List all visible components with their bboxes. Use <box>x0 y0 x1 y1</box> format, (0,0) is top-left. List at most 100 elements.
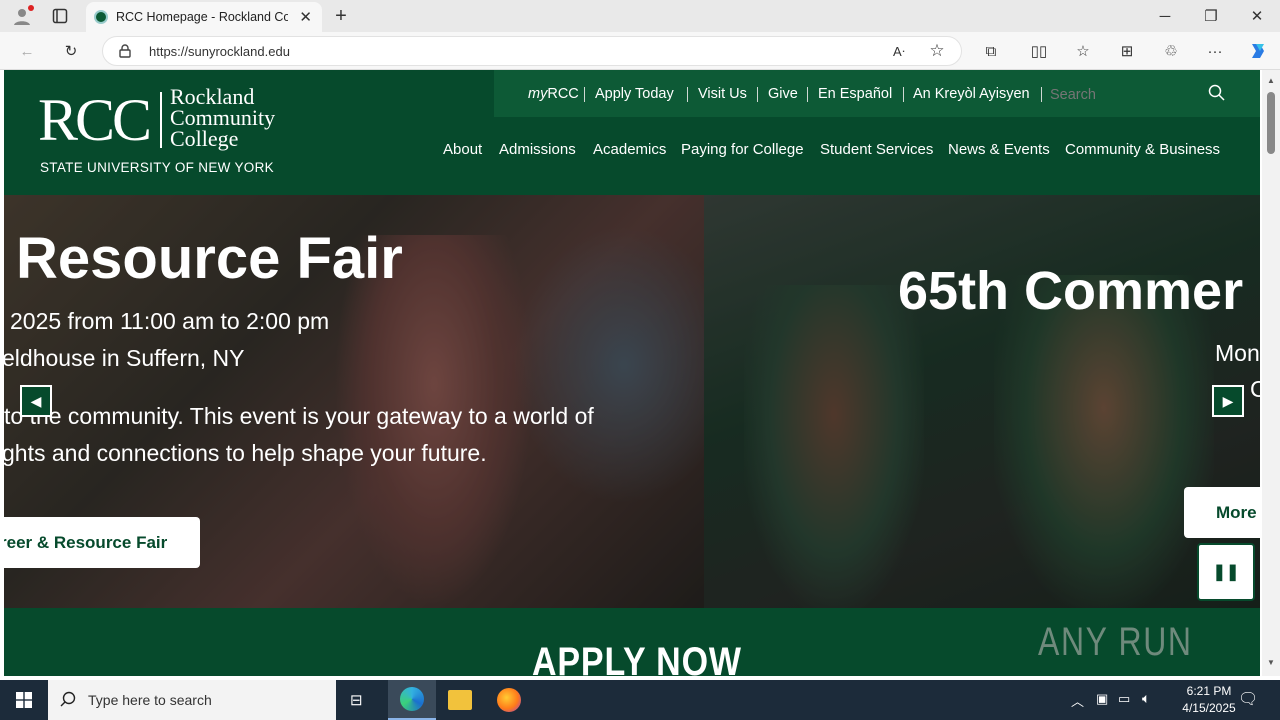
new-tab-icon[interactable]: + <box>330 5 352 27</box>
more-button[interactable]: More <box>1184 487 1260 538</box>
nav-paying-for-college[interactable]: Paying for College <box>681 141 804 158</box>
page-scrollbar[interactable]: ▲ ▼ <box>1262 70 1280 676</box>
myrcc-link[interactable]: myRCC <box>528 86 579 102</box>
device-icon[interactable]: ▣ <box>1096 691 1108 707</box>
pause-icon: ❚❚ <box>1212 564 1240 581</box>
apply-now-heading: APPLY NOW <box>532 640 742 676</box>
profile-icon[interactable] <box>10 5 34 27</box>
myrcc-suffix: RCC <box>547 86 579 102</box>
minimize-icon[interactable]: ─ <box>1150 4 1180 28</box>
carousel-prev-button[interactable]: ◀ <box>20 385 52 417</box>
chevron-right-icon: ▶ <box>1222 392 1234 409</box>
utility-bar: myRCC Apply Today Visit Us Give En Españ… <box>494 70 1260 117</box>
show-hidden-icons[interactable]: ︿ <box>1071 691 1084 710</box>
site-favicon-icon <box>94 10 108 24</box>
divider <box>903 87 904 102</box>
file-explorer-icon[interactable] <box>448 690 472 710</box>
logo-divider <box>160 92 162 148</box>
taskbar-search-icon <box>60 691 76 712</box>
pause-button[interactable]: ❚❚ <box>1197 543 1255 601</box>
favorite-star-icon[interactable]: ☆ <box>927 41 947 61</box>
scroll-thumb[interactable] <box>1267 92 1275 154</box>
anyrun-watermark: ANY RUN <box>1038 620 1193 664</box>
split-screen-icon[interactable]: ▯▯ <box>1028 40 1050 62</box>
firefox-icon[interactable] <box>497 688 521 712</box>
nav-academics[interactable]: Academics <box>593 141 666 158</box>
network-icon[interactable]: ▭ <box>1118 691 1130 707</box>
divider <box>584 87 585 102</box>
lock-icon[interactable] <box>117 43 133 59</box>
espanol-link[interactable]: En Español <box>818 86 892 102</box>
slide2-title: 65th Commer <box>898 261 1244 321</box>
extensions-icon[interactable]: ⧉ <box>980 40 1002 62</box>
browser-tab-bar: RCC Homepage - Rockland Com ✕ + ─ ❐ ✕ <box>0 0 1280 32</box>
slide-commencement: 65th Commer Mon C More ❚❚ <box>704 195 1260 608</box>
apply-now-banner[interactable]: APPLY NOW ANY RUN <box>4 608 1260 676</box>
web-page: RCC Rockland Community College STATE UNI… <box>4 70 1260 676</box>
apply-today-link[interactable]: Apply Today <box>595 86 674 102</box>
slide-resource-fair: Resource Fair 2025 from 11:00 am to 2:00… <box>4 195 704 608</box>
collections-icon[interactable]: ⊞ <box>1116 40 1138 62</box>
divider <box>687 87 688 102</box>
slide1-line3: to the community. This event is your gat… <box>4 403 594 429</box>
favorites-icon[interactable]: ☆ <box>1072 40 1094 62</box>
rcc-logo[interactable]: RCC Rockland Community College STATE UNI… <box>36 86 296 178</box>
volume-icon[interactable]: 🔈︎ <box>1142 690 1150 707</box>
taskbar-search-placeholder: Type here to search <box>88 692 212 708</box>
nav-admissions[interactable]: Admissions <box>499 141 576 158</box>
nav-community-business[interactable]: Community & Business <box>1065 141 1220 158</box>
scroll-up-icon[interactable]: ▲ <box>1267 76 1275 85</box>
kreyol-link[interactable]: An Kreyòl Ayisyen <box>913 86 1030 102</box>
slide2-line1: Mon <box>1215 340 1260 366</box>
performance-icon[interactable]: ♲ <box>1160 40 1182 62</box>
slide1-line2: eldhouse in Suffern, NY <box>4 345 245 371</box>
more-menu-icon[interactable]: ··· <box>1204 40 1226 62</box>
windows-icon <box>16 692 32 708</box>
slide1-title: Resource Fair <box>16 226 403 291</box>
scroll-down-icon[interactable]: ▼ <box>1267 658 1275 667</box>
career-fair-button-label: reer & Resource Fair <box>4 532 168 552</box>
slide1-line4: ghts and connections to help shape your … <box>4 440 487 466</box>
browser-address-bar: ← ↻ https://sunyrockland.edu Aᐧ ☆ ⧉ ▯▯ ☆… <box>0 32 1280 70</box>
nav-student-services[interactable]: Student Services <box>820 141 933 158</box>
back-icon[interactable]: ← <box>16 40 38 62</box>
nav-news-events[interactable]: News & Events <box>948 141 1050 158</box>
chevron-left-icon: ◀ <box>30 392 42 409</box>
logo-line3: College <box>170 126 239 151</box>
slide2-line2: C <box>1250 376 1260 402</box>
slide1-line1: 2025 from 11:00 am to 2:00 pm <box>10 308 330 334</box>
give-link[interactable]: Give <box>768 86 798 102</box>
start-button[interactable] <box>0 680 48 720</box>
divider <box>1041 87 1042 102</box>
slide-shade <box>704 195 1260 608</box>
carousel-next-button[interactable]: ▶ <box>1212 385 1244 417</box>
restore-icon[interactable]: ❐ <box>1196 4 1226 28</box>
edge-taskbar-icon[interactable] <box>388 680 436 720</box>
notifications-icon[interactable]: 🗨︎ <box>1238 689 1258 709</box>
logo-suny: STATE UNIVERSITY OF NEW YORK <box>40 160 274 175</box>
read-aloud-icon[interactable]: Aᐧ <box>889 42 909 62</box>
divider <box>757 87 758 102</box>
task-view-icon[interactable]: ⊟ <box>350 691 363 709</box>
career-resource-fair-button[interactable]: reer & Resource Fair <box>4 517 200 568</box>
tab-actions-icon[interactable] <box>50 6 70 26</box>
site-search-input[interactable] <box>1050 83 1220 107</box>
divider <box>807 87 808 102</box>
myrcc-prefix: my <box>528 86 548 102</box>
tab-title: RCC Homepage - Rockland Com <box>116 10 288 24</box>
tab-rcc-homepage[interactable]: RCC Homepage - Rockland Com ✕ <box>86 2 322 32</box>
taskbar-search-box[interactable]: Type here to search <box>48 680 336 720</box>
taskbar-time[interactable]: 6:21 PM <box>1174 684 1244 698</box>
visit-us-link[interactable]: Visit Us <box>698 86 747 102</box>
site-header: RCC Rockland Community College STATE UNI… <box>4 70 1260 195</box>
hero-carousel: Resource Fair 2025 from 11:00 am to 2:00… <box>4 195 1260 608</box>
close-tab-icon[interactable]: ✕ <box>299 8 312 26</box>
url-text: https://sunyrockland.edu <box>149 44 290 59</box>
close-window-icon[interactable]: ✕ <box>1242 4 1272 28</box>
refresh-icon[interactable]: ↻ <box>60 40 82 62</box>
url-field[interactable]: https://sunyrockland.edu Aᐧ ☆ <box>102 36 962 66</box>
search-icon[interactable] <box>1208 84 1225 106</box>
taskbar: Type here to search ⊟ ︿ ▣ ▭ 🔈︎ 6:21 PM 4… <box>0 680 1280 720</box>
nav-about[interactable]: About <box>443 141 482 158</box>
copilot-icon[interactable] <box>1246 39 1270 63</box>
